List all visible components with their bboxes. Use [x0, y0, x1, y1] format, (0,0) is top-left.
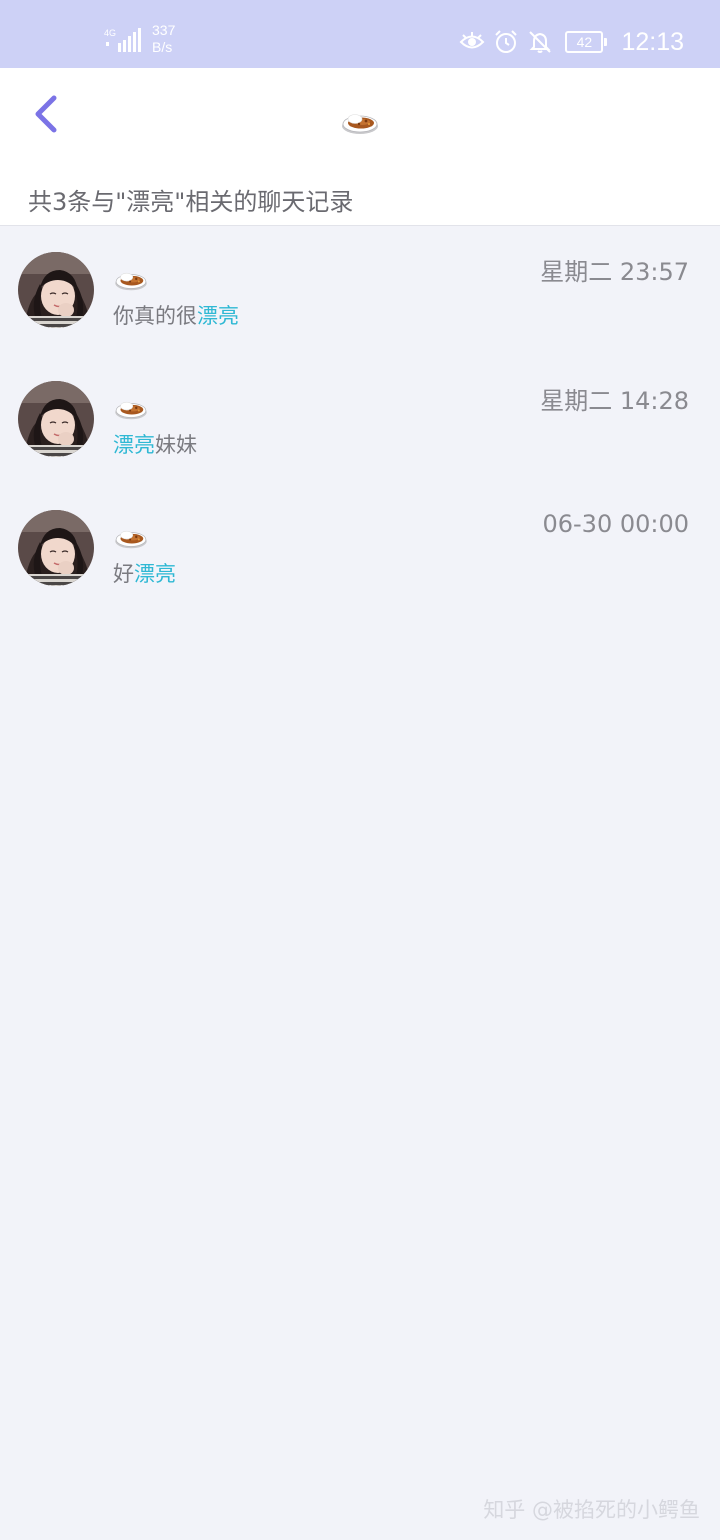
search-results-list: 星期二 23:57 你真的很漂亮 星期二 14:28 漂亮妹妹 06-30 00…: [0, 226, 720, 613]
watermark: 知乎 @被掐死的小鳄鱼: [483, 1498, 700, 1522]
chevron-left-icon: [35, 95, 57, 133]
status-bar-right: 42 12:13: [459, 26, 684, 58]
message-text: 你真的很: [113, 304, 197, 328]
back-button[interactable]: [22, 90, 70, 138]
avatar: [18, 381, 94, 457]
message-highlight: 漂亮: [134, 562, 176, 586]
message-time: 星期二 14:28: [540, 387, 689, 415]
message-time: 06-30 00:00: [542, 510, 689, 538]
curry-rice-icon: [113, 522, 149, 550]
curry-rice-icon: [113, 264, 149, 292]
list-item[interactable]: 星期二 23:57 你真的很漂亮: [0, 226, 720, 355]
message-time: 星期二 23:57: [540, 258, 689, 286]
signal-icon: 4G: [104, 28, 141, 52]
avatar: [18, 510, 94, 586]
list-item[interactable]: 06-30 00:00 好漂亮: [0, 484, 720, 613]
message-text: 妹妹: [155, 433, 197, 457]
curry-rice-icon: [113, 393, 149, 421]
message-text: 好: [113, 562, 134, 586]
header: 共3条与"漂亮"相关的聊天记录: [0, 68, 720, 226]
avatar: [18, 252, 94, 328]
battery-level: 42: [565, 31, 604, 53]
svg-text:4G: 4G: [104, 28, 116, 38]
message-preview: 好漂亮: [113, 558, 176, 588]
alarm-icon: [495, 30, 518, 53]
message-highlight: 漂亮: [113, 433, 155, 457]
network-speed-value: 337: [152, 22, 176, 38]
network-speed: 337 B/s: [152, 22, 175, 56]
status-time: 12:13: [621, 27, 684, 56]
status-bar: 4G 337 B/s 42 12:13: [0, 0, 720, 68]
message-highlight: 漂亮: [197, 304, 239, 328]
search-result-summary: 共3条与"漂亮"相关的聊天记录: [28, 188, 354, 216]
message-preview: 你真的很漂亮: [113, 300, 239, 330]
curry-rice-icon: [340, 104, 380, 136]
eye-icon: [460, 32, 485, 49]
network-speed-unit: B/s: [152, 39, 173, 55]
message-preview: 漂亮妹妹: [113, 429, 197, 459]
list-item[interactable]: 星期二 14:28 漂亮妹妹: [0, 355, 720, 484]
battery-icon: 42: [565, 31, 608, 53]
bell-off-icon: [529, 31, 552, 53]
